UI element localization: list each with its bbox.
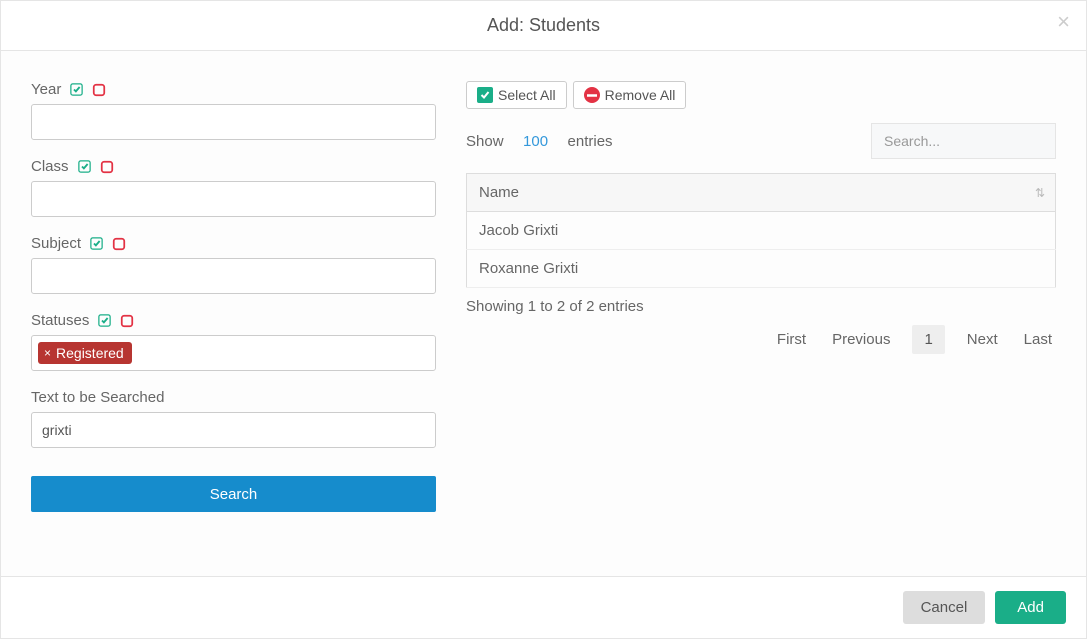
checkmark-icon[interactable]	[77, 159, 92, 174]
select-all-button[interactable]: Select All	[466, 81, 567, 109]
text-search-input[interactable]	[31, 412, 436, 448]
remove-tag-icon[interactable]: ×	[44, 346, 51, 360]
entries-count-input[interactable]	[518, 132, 554, 151]
table-row[interactable]: Roxanne Grixti	[467, 250, 1056, 288]
close-icon[interactable]: ×	[1057, 11, 1070, 33]
cancel-button[interactable]: Cancel	[903, 591, 986, 624]
clear-icon[interactable]	[92, 83, 106, 97]
clear-icon[interactable]	[100, 160, 114, 174]
modal-body: Year Class	[1, 51, 1086, 576]
table-info: Showing 1 to 2 of 2 entries	[466, 298, 1056, 315]
entries-label: entries	[568, 133, 613, 150]
column-header-name[interactable]: Name ⇅	[467, 174, 1056, 212]
table-row[interactable]: Jacob Grixti	[467, 212, 1056, 250]
subject-group: Subject	[31, 235, 436, 294]
statuses-input[interactable]: × Registered	[31, 335, 436, 371]
class-group: Class	[31, 158, 436, 217]
cell-name: Roxanne Grixti	[467, 250, 1056, 288]
pagination: First Previous 1 Next Last	[466, 325, 1056, 354]
results-table: Name ⇅ Jacob Grixti Roxanne Grixti	[466, 173, 1056, 288]
remove-all-icon	[584, 87, 600, 103]
checkmark-icon[interactable]	[69, 82, 84, 97]
text-search-group: Text to be Searched	[31, 389, 436, 448]
subject-input[interactable]	[31, 258, 436, 294]
text-search-label: Text to be Searched	[31, 389, 164, 406]
table-search-input[interactable]	[871, 123, 1056, 159]
statuses-label: Statuses	[31, 312, 89, 329]
statuses-group: Statuses × Registered	[31, 312, 436, 371]
checkmark-icon[interactable]	[89, 236, 104, 251]
results-toolbar: Select All Remove All	[466, 81, 1056, 109]
status-tag-label: Registered	[56, 345, 124, 361]
sort-icon: ⇅	[1035, 186, 1045, 200]
clear-icon[interactable]	[120, 314, 134, 328]
subject-label: Subject	[31, 235, 81, 252]
cell-name: Jacob Grixti	[467, 212, 1056, 250]
page-first[interactable]: First	[773, 325, 810, 354]
page-last[interactable]: Last	[1020, 325, 1056, 354]
class-input[interactable]	[31, 181, 436, 217]
status-tag-registered: × Registered	[38, 342, 132, 364]
modal-header: Add: Students ×	[1, 1, 1086, 51]
page-current[interactable]: 1	[912, 325, 944, 354]
search-button[interactable]: Search	[31, 476, 436, 512]
year-group: Year	[31, 81, 436, 140]
page-previous[interactable]: Previous	[828, 325, 894, 354]
show-label: Show	[466, 133, 504, 150]
remove-all-button[interactable]: Remove All	[573, 81, 687, 109]
page-next[interactable]: Next	[963, 325, 1002, 354]
add-button[interactable]: Add	[995, 591, 1066, 624]
select-all-label: Select All	[498, 87, 556, 103]
select-all-icon	[477, 87, 493, 103]
add-students-modal: Add: Students × Year Class	[0, 0, 1087, 639]
clear-icon[interactable]	[112, 237, 126, 251]
filter-panel: Year Class	[31, 81, 436, 566]
year-label: Year	[31, 81, 61, 98]
table-controls-row: Show entries	[466, 123, 1056, 159]
modal-title: Add: Students	[487, 15, 600, 35]
year-input[interactable]	[31, 104, 436, 140]
remove-all-label: Remove All	[605, 87, 676, 103]
class-label: Class	[31, 158, 69, 175]
modal-footer: Cancel Add	[1, 576, 1086, 638]
checkmark-icon[interactable]	[97, 313, 112, 328]
results-panel: Select All Remove All Show entries	[466, 81, 1056, 566]
